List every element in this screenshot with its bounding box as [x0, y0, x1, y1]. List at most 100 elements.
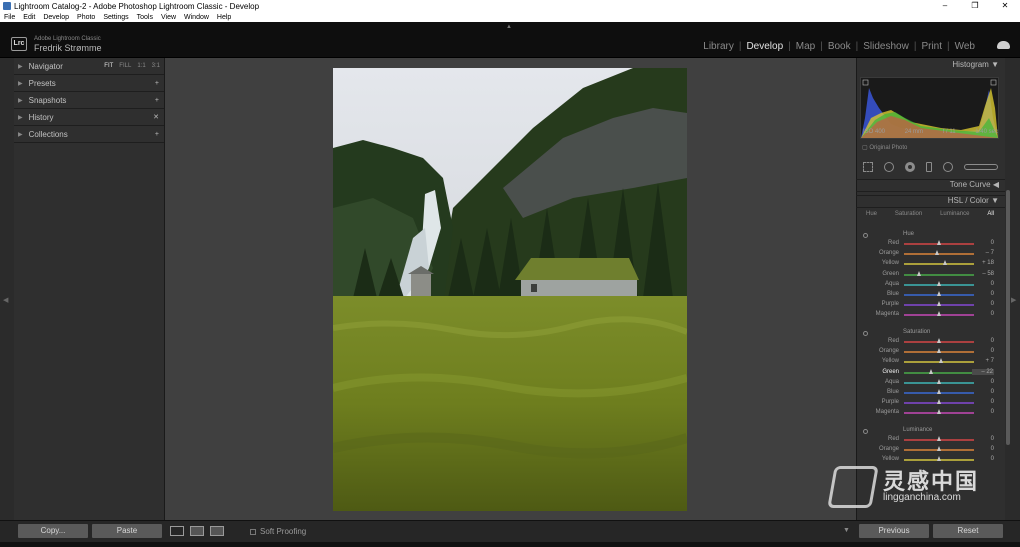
right-panel-scrollbar[interactable]: [1006, 190, 1010, 445]
soft-proofing-toggle[interactable]: Soft Proofing: [250, 527, 306, 536]
slider-track[interactable]: [904, 253, 974, 256]
soft-proofing-checkbox[interactable]: [250, 528, 256, 535]
photo-preview[interactable]: [333, 68, 687, 511]
tab-saturation[interactable]: Saturation: [895, 211, 922, 223]
slider-value[interactable]: 0: [991, 291, 994, 297]
adjustment-brush-icon[interactable]: [963, 164, 998, 170]
user-name[interactable]: Fredrik Strømme: [34, 43, 102, 53]
menu-window[interactable]: Window: [184, 14, 209, 21]
spot-removal-icon[interactable]: [884, 162, 895, 172]
tab-luminance[interactable]: Luminance: [940, 211, 969, 223]
collections-header[interactable]: ▶ Collections +: [14, 126, 164, 143]
slider-value[interactable]: 0: [991, 446, 994, 452]
slider-value[interactable]: 0: [991, 456, 994, 462]
tone-curve-header[interactable]: Tone Curve ◀: [856, 179, 1005, 192]
loupe-view-icon[interactable]: [170, 526, 184, 536]
navigator-header[interactable]: ▶ Navigator FIT FILL 1:1 3:1: [14, 58, 164, 75]
right-panel-toggle-icon[interactable]: ▶: [1011, 296, 1016, 304]
zoom-fill[interactable]: FILL: [119, 63, 131, 69]
menu-settings[interactable]: Settings: [103, 14, 128, 21]
menu-file[interactable]: File: [4, 14, 15, 21]
graduated-filter-icon[interactable]: [925, 162, 932, 172]
zoom-1-1[interactable]: 1:1: [137, 63, 145, 69]
add-collection-button[interactable]: +: [155, 131, 159, 138]
luminance-targeted-adjust-icon[interactable]: [863, 429, 868, 434]
snapshots-header[interactable]: ▶ Snapshots +: [14, 92, 164, 109]
saturation-targeted-adjust-icon[interactable]: [863, 331, 868, 336]
slider-handle[interactable]: [937, 389, 941, 394]
history-header[interactable]: ▶ History ✕: [14, 109, 164, 126]
module-map[interactable]: Map: [791, 41, 820, 52]
histogram-header[interactable]: Histogram ▼: [856, 60, 1005, 74]
slider-value[interactable]: – 7: [986, 250, 994, 256]
slider-handle[interactable]: [934, 250, 939, 256]
restore-button[interactable]: ❐: [960, 0, 990, 12]
slider-handle[interactable]: [937, 338, 941, 343]
hue-targeted-adjust-icon[interactable]: [863, 233, 868, 238]
slider-value[interactable]: 0: [991, 399, 994, 405]
before-after-split-icon[interactable]: [210, 526, 224, 536]
menu-view[interactable]: View: [161, 14, 176, 21]
menu-help[interactable]: Help: [217, 14, 231, 21]
slider-value[interactable]: 0: [991, 281, 994, 287]
slider-handle[interactable]: [937, 409, 941, 415]
presets-header[interactable]: ▶ Presets +: [14, 75, 164, 92]
paste-settings-button[interactable]: Paste: [92, 524, 162, 538]
toolbar-content-menu-icon[interactable]: ▼: [843, 527, 850, 534]
slider-handle[interactable]: [943, 260, 948, 266]
left-panel-toggle-icon[interactable]: ◀: [3, 296, 8, 304]
slider-track[interactable]: [904, 371, 974, 374]
slider-handle[interactable]: [937, 280, 941, 286]
slider-track[interactable]: [904, 273, 974, 276]
reset-button[interactable]: Reset: [933, 524, 1003, 538]
module-library[interactable]: Library: [698, 41, 739, 52]
slider-value[interactable]: 0: [991, 240, 994, 246]
previous-button[interactable]: Previous: [859, 524, 929, 538]
zoom-fit[interactable]: FIT: [104, 63, 113, 69]
slider-value[interactable]: – 22: [972, 368, 994, 375]
slider-handle[interactable]: [916, 270, 921, 276]
before-after-view-icon[interactable]: [190, 526, 204, 536]
slider-handle[interactable]: [937, 456, 941, 462]
slider-handle[interactable]: [937, 446, 941, 452]
slider-handle[interactable]: [937, 301, 941, 307]
menu-develop[interactable]: Develop: [43, 14, 69, 21]
slider-handle[interactable]: [937, 291, 941, 296]
module-develop[interactable]: Develop: [741, 41, 788, 52]
copy-settings-button[interactable]: Copy...: [18, 524, 88, 538]
module-book[interactable]: Book: [823, 41, 856, 52]
slider-handle[interactable]: [937, 311, 941, 317]
cloud-sync-icon[interactable]: [997, 41, 1010, 49]
menu-edit[interactable]: Edit: [23, 14, 35, 21]
slider-value[interactable]: + 7: [985, 358, 994, 364]
module-print[interactable]: Print: [916, 41, 947, 52]
radial-filter-icon[interactable]: [942, 162, 953, 172]
clear-history-button[interactable]: ✕: [153, 113, 159, 121]
slider-value[interactable]: – 58: [982, 271, 994, 277]
slider-value[interactable]: 0: [991, 338, 994, 344]
slider-handle[interactable]: [929, 368, 934, 374]
module-web[interactable]: Web: [950, 41, 980, 52]
collapse-top-icon[interactable]: ▲: [506, 24, 512, 30]
slider-value[interactable]: 0: [991, 311, 994, 317]
slider-value[interactable]: + 18: [982, 260, 994, 266]
minimize-button[interactable]: –: [930, 0, 960, 12]
menu-photo[interactable]: Photo: [77, 14, 95, 21]
add-preset-button[interactable]: +: [155, 80, 159, 87]
menu-tools[interactable]: Tools: [137, 14, 153, 21]
crop-tool-icon[interactable]: [863, 162, 874, 172]
slider-handle[interactable]: [937, 436, 941, 441]
slider-value[interactable]: 0: [991, 379, 994, 385]
tab-hue[interactable]: Hue: [866, 211, 877, 223]
slider-value[interactable]: 0: [991, 389, 994, 395]
slider-handle[interactable]: [937, 378, 941, 384]
slider-value[interactable]: 0: [991, 301, 994, 307]
hsl-header[interactable]: HSL / Color ▼: [856, 195, 1005, 208]
close-button[interactable]: ✕: [990, 0, 1020, 12]
slider-track[interactable]: [904, 263, 974, 266]
slider-value[interactable]: 0: [991, 436, 994, 442]
zoom-3-1[interactable]: 3:1: [152, 63, 160, 69]
slider-handle[interactable]: [937, 399, 941, 405]
add-snapshot-button[interactable]: +: [155, 97, 159, 104]
tab-all[interactable]: All: [987, 211, 994, 223]
